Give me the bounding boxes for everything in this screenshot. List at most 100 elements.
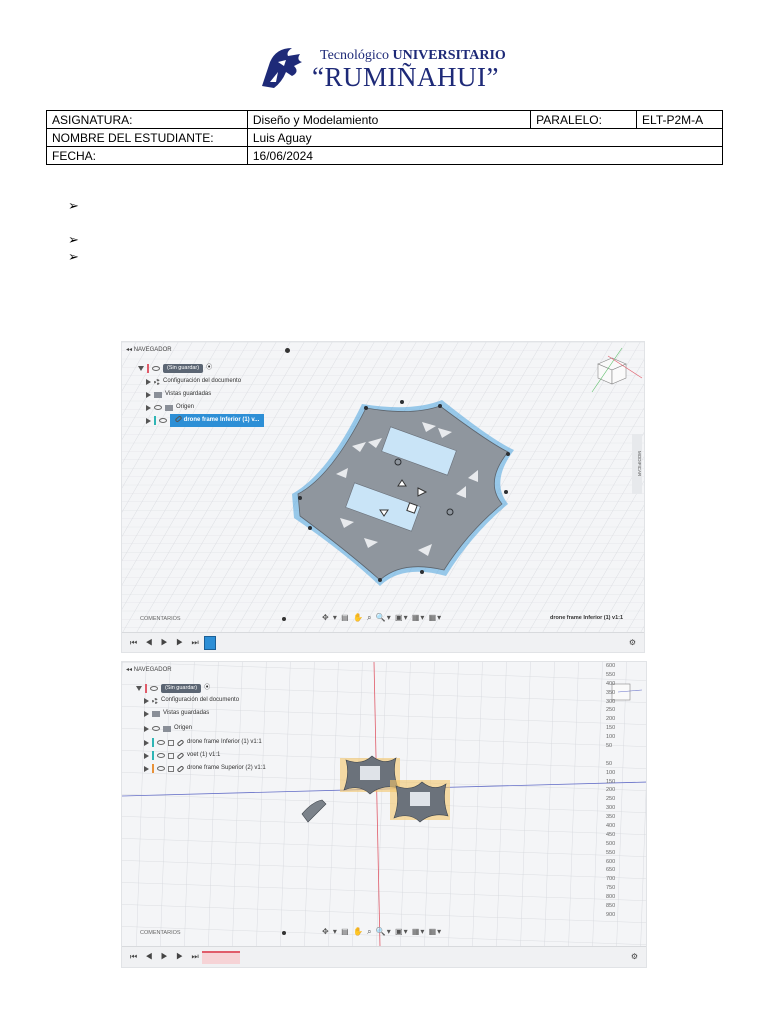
collapse-icon[interactable]: ◂◂ (126, 667, 132, 673)
tree-item[interactable]: Vistas guardadas (138, 388, 264, 401)
tree-item-label: drone frame Inferior (1) v1:1 (187, 739, 262, 745)
link-icon (176, 751, 185, 760)
settings-icon (154, 378, 160, 385)
subject-label: ASIGNATURA: (46, 110, 248, 129)
cad-screenshot-1: ◂◂ NAVEGADOR (Sin guardar) ⦿ Configuraci… (121, 341, 645, 653)
link-icon (174, 415, 183, 423)
settings-icon[interactable]: ⚙ (631, 952, 638, 961)
settings-icon[interactable]: ⚙ (629, 638, 636, 647)
navigator-header[interactable]: ◂◂ NAVEGADOR (126, 666, 290, 678)
pin-icon[interactable] (282, 617, 286, 621)
expand-icon[interactable] (146, 417, 151, 424)
tree-item[interactable]: Vistas guardadas (136, 706, 266, 721)
table-row: ASIGNATURA: Diseño y Modelamiento PARALE… (46, 110, 723, 129)
tree-item-label: Configuración del documento (163, 378, 242, 384)
tree-item[interactable]: Configuración del documento (136, 695, 266, 706)
tree-item[interactable]: Origen (138, 401, 264, 414)
navigation-toolbar[interactable]: ✥ ▾ ▤ ✋ ⌕ 🔍▾ ▣▾ ▦▾ ▦▾ (322, 613, 442, 623)
visibility-eye-icon[interactable] (152, 726, 160, 731)
visibility-eye-icon[interactable] (157, 740, 165, 745)
visibility-eye-icon[interactable] (157, 753, 165, 758)
timeline-bar: ⏮ ◀ ▶ ▶ ⏭ ⚙ (122, 632, 644, 652)
expand-icon[interactable] (144, 725, 149, 732)
selection-status-label: drone frame Inferior (1) v1:1 (550, 615, 624, 621)
tree-item-label: drone frame Superior (2) v1:1 (187, 765, 266, 771)
tree-item[interactable]: voet (1) v1:1 (136, 749, 266, 762)
folder-icon (152, 710, 160, 717)
parallel-value: ELT-P2M-A (636, 110, 723, 129)
pin-icon[interactable] (282, 931, 286, 935)
expand-icon[interactable] (144, 697, 149, 704)
visibility-eye-icon[interactable] (157, 766, 165, 771)
component-icon (168, 765, 174, 772)
tree-item-label: voet (1) v1:1 (187, 752, 221, 758)
browser-tree: (Sin guardar) ⦿ Configuración del docume… (136, 682, 266, 775)
expand-icon[interactable] (138, 366, 144, 371)
student-info-table: ASIGNATURA: Diseño y Modelamiento PARALE… (46, 110, 724, 165)
tree-item-label: drone frame Inferior (1) v... (170, 414, 265, 427)
navigator-title: NAVEGADOR (133, 667, 172, 673)
comments-bar[interactable]: COMENTARIOS (122, 613, 292, 625)
cad-screenshot-2: 600 550 400 350 300 250 200 150 100 50 50 100 15… (121, 661, 647, 968)
student-name-value: Luis Aguay (246, 128, 724, 147)
vertical-ruler: 600 550 400 350 300 250 200 150 100 50 50 100 15… (606, 663, 616, 918)
collapse-icon[interactable]: ◂◂ (126, 347, 132, 353)
comments-bar[interactable]: COMENTARIOS (122, 927, 292, 939)
radio-icon[interactable]: ⦿ (206, 362, 212, 375)
visibility-eye-icon[interactable] (150, 686, 158, 691)
modify-side-tab[interactable]: MODIFICAR (632, 434, 642, 494)
timeline-bar: ⏮ ◀ ▶ ▶ ⏭ ⚙ (122, 946, 646, 967)
navigator-header[interactable]: ◂◂ NAVEGADOR (126, 346, 290, 358)
timeline-controls[interactable]: ⏮ ◀ ▶ ▶ ⏭ (130, 638, 202, 648)
subject-value: Diseño y Modelamiento (246, 110, 532, 129)
expand-icon[interactable] (146, 378, 151, 385)
expand-icon[interactable] (144, 710, 149, 717)
bullet-marker: ➢ (68, 249, 79, 264)
color-stripe-icon (145, 684, 147, 693)
tree-item[interactable]: drone frame Superior (2) v1:1 (136, 762, 266, 775)
timeline-feature-icon[interactable] (204, 636, 216, 650)
pin-icon[interactable] (285, 348, 290, 353)
tree-item-selected[interactable]: drone frame Inferior (1) v... (138, 414, 265, 427)
tree-item-label: Origen (174, 725, 193, 731)
visibility-eye-icon[interactable] (152, 366, 160, 371)
tree-item[interactable]: drone frame Inferior (1) v1:1 (136, 736, 266, 749)
tree-item[interactable]: Origen (136, 721, 266, 736)
navigator-title: NAVEGADOR (133, 347, 172, 353)
color-stripe-icon (152, 764, 154, 773)
link-icon (176, 764, 185, 773)
comments-label: COMENTARIOS (140, 930, 181, 936)
timeline-controls[interactable]: ⏮ ◀ ▶ ▶ ⏭ (130, 952, 202, 962)
browser-tree: (Sin guardar) ⦿ Configuración del docume… (138, 362, 265, 427)
tree-root[interactable]: (Sin guardar) ⦿ (138, 362, 264, 375)
table-row: FECHA: 16/06/2024 (46, 146, 724, 165)
tree-item-label: Vistas guardadas (165, 391, 212, 397)
expand-icon[interactable] (146, 404, 151, 411)
visibility-eye-icon[interactable] (159, 418, 167, 423)
expand-icon[interactable] (144, 752, 149, 759)
component-icon (168, 739, 174, 746)
color-stripe-icon (152, 738, 154, 747)
timeline-features[interactable] (202, 951, 240, 964)
navigation-toolbar[interactable]: ✥ ▾ ▤ ✋ ⌕ 🔍▾ ▣▾ ▦▾ ▦▾ (322, 927, 442, 937)
expand-icon[interactable] (144, 765, 149, 772)
color-stripe-icon (147, 364, 149, 373)
expand-icon[interactable] (146, 391, 151, 398)
date-value: 16/06/2024 (246, 146, 724, 165)
tree-item-label: Vistas guardadas (163, 710, 210, 716)
tree-item[interactable]: Configuración del documento (138, 375, 264, 388)
folder-icon (163, 725, 171, 732)
expand-icon[interactable] (136, 686, 142, 691)
institution-name: “RUMIÑAHUI” (312, 62, 499, 92)
rumiñahui-head-logo-icon (262, 48, 302, 88)
bullet-marker: ➢ (68, 198, 79, 213)
settings-icon (152, 697, 158, 704)
root-label: (Sin guardar) (161, 684, 202, 693)
visibility-eye-icon[interactable] (154, 405, 162, 410)
folder-icon (165, 404, 173, 411)
component-icon (168, 752, 174, 759)
color-stripe-icon (154, 416, 156, 425)
color-stripe-icon (152, 751, 154, 760)
expand-icon[interactable] (144, 739, 149, 746)
institution-logo: Tecnológico UNIVERSITARIO “RUMIÑAHUI” (256, 42, 526, 94)
